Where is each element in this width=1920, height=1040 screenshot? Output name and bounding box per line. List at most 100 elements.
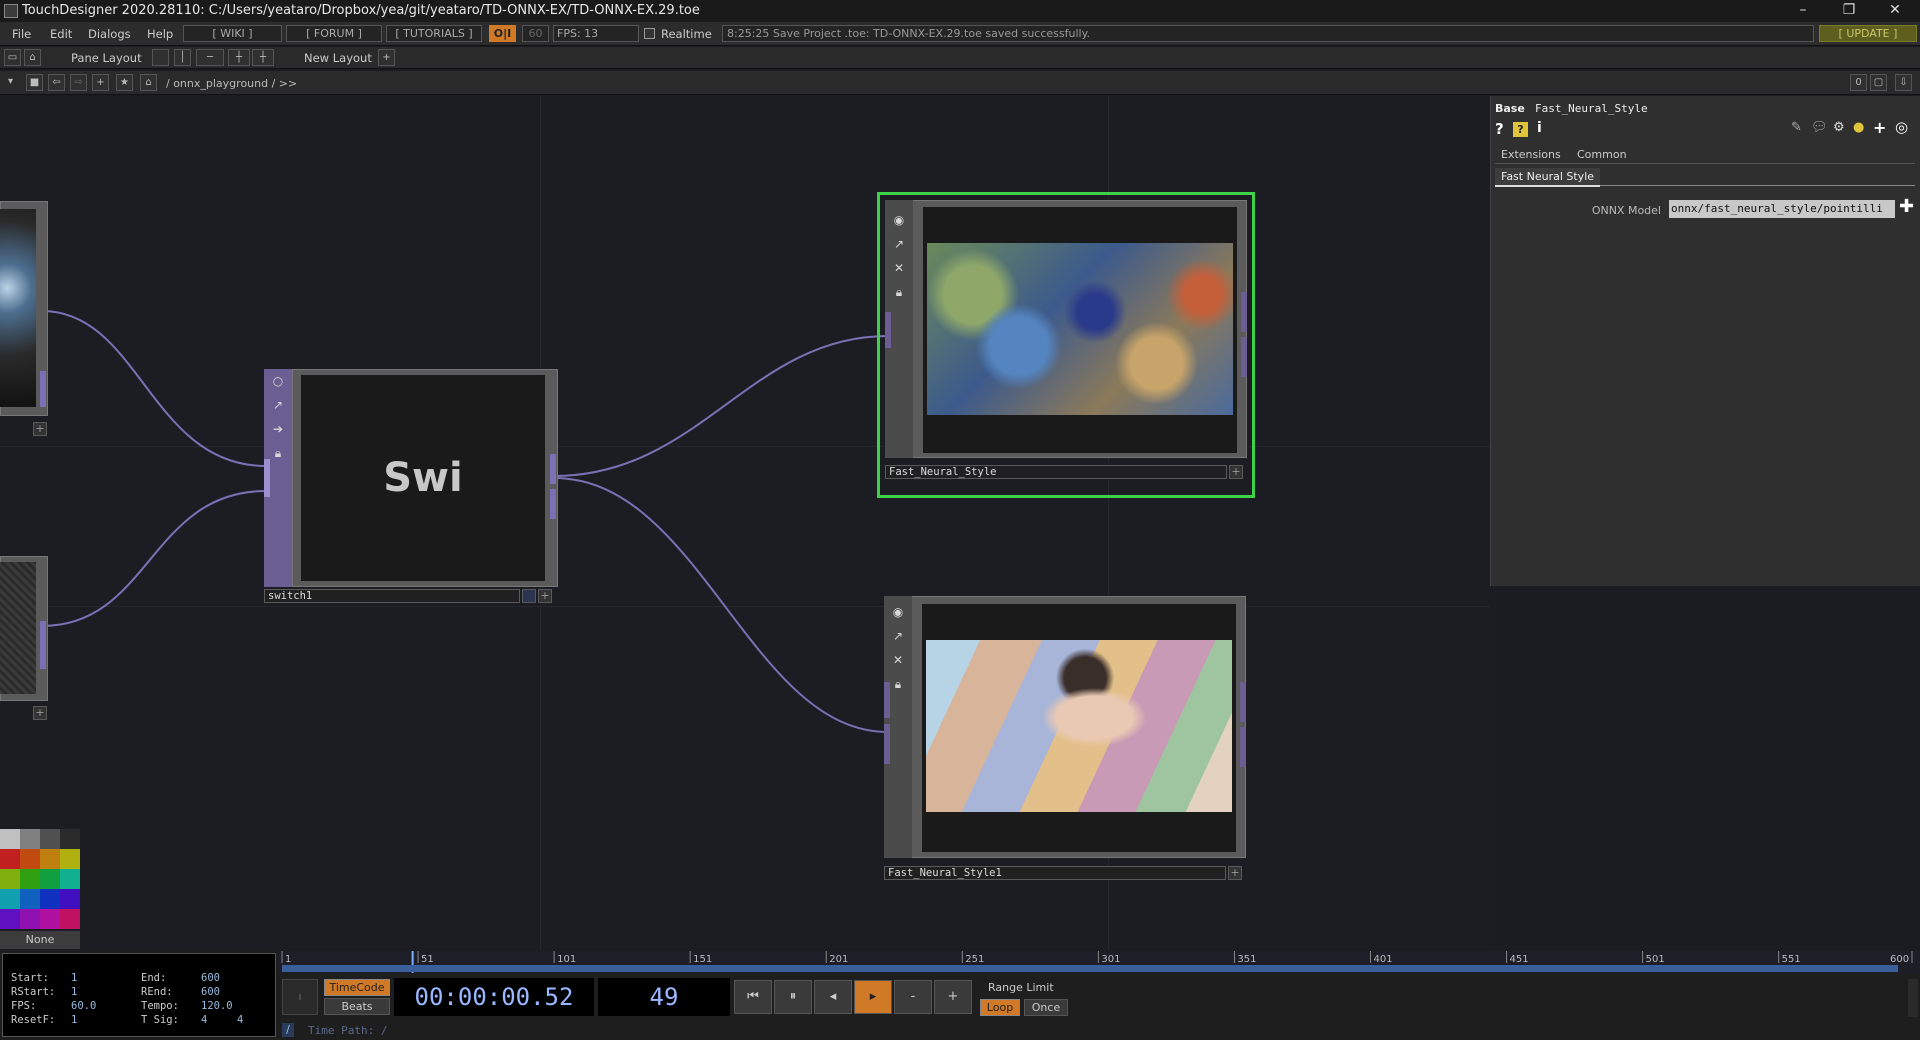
step-minus-button[interactable]: - (894, 980, 932, 1014)
home-icon[interactable]: ⌂ (140, 74, 157, 91)
swatch[interactable] (60, 849, 80, 869)
swatch[interactable] (0, 869, 20, 889)
node-add-icon[interactable]: + (33, 422, 47, 436)
swatch[interactable] (0, 909, 20, 929)
output-connector[interactable] (40, 371, 46, 407)
swatch[interactable] (40, 909, 60, 929)
node-add-icon[interactable]: + (33, 706, 47, 720)
custom-params-icon[interactable]: ⚙ (1833, 120, 1845, 135)
node-label[interactable]: Fast_Neural_Style (885, 465, 1227, 479)
input-node-bottom[interactable]: + (0, 556, 48, 720)
swatch[interactable] (40, 889, 60, 909)
menu-dialogs[interactable]: Dialogs (88, 27, 131, 41)
play-button[interactable]: ▸ (854, 980, 892, 1014)
rend-value[interactable]: 600 (201, 986, 220, 998)
maximize-pane-icon[interactable]: ▢ (1870, 74, 1887, 91)
rewind-button[interactable]: ⏮ (734, 980, 772, 1014)
network-editor[interactable]: + + Swi ○ ↗ ➔ 🔒︎ switch1 + ◉ ↗ ✕ 🔒︎ Fast… (0, 96, 1490, 950)
pause-button[interactable]: ⏸ (774, 980, 812, 1014)
tab-common[interactable]: Common (1577, 148, 1627, 161)
minimize-button[interactable]: – (1780, 0, 1826, 22)
fps-target[interactable]: 60 (522, 25, 549, 42)
network-path[interactable]: / onnx_playground / >> (166, 77, 297, 90)
zero-button[interactable]: 0 (1850, 74, 1867, 91)
bypass-icon[interactable]: ✕ (890, 652, 906, 668)
layout-single[interactable] (152, 49, 169, 66)
once-button[interactable]: Once (1024, 999, 1068, 1016)
onnx-model-field[interactable]: onnx/fast_neural_style/pointilli (1669, 200, 1895, 218)
node-add-icon[interactable]: + (538, 589, 552, 603)
output-connector[interactable] (550, 454, 556, 484)
step-plus-button[interactable]: + (934, 980, 972, 1014)
add-param-icon[interactable]: + (1873, 118, 1886, 137)
render-flag-icon[interactable]: ➔ (270, 421, 286, 437)
input-connector[interactable] (884, 724, 890, 764)
swatch[interactable] (40, 829, 60, 849)
display-flag-icon[interactable]: ↗ (270, 397, 286, 413)
input-node-top[interactable]: + (0, 201, 48, 436)
swatch[interactable] (0, 889, 20, 909)
time-path-icon[interactable]: / (282, 1023, 294, 1037)
target-icon[interactable]: ◎ (1895, 118, 1908, 136)
rstart-value[interactable]: 1 (71, 986, 77, 998)
node-add-icon[interactable]: + (1228, 866, 1242, 880)
star-icon[interactable]: ★ (116, 74, 133, 91)
output-connector[interactable] (550, 489, 556, 519)
wiki-button[interactable]: [ WIKI ] (183, 25, 282, 42)
loop-button[interactable]: Loop (980, 999, 1020, 1016)
swatch[interactable] (40, 849, 60, 869)
menu-file[interactable]: File (12, 27, 31, 41)
swatch[interactable] (0, 829, 20, 849)
bypass-icon[interactable]: ✕ (891, 260, 907, 276)
palette-none-button[interactable]: None (0, 931, 80, 949)
display-flag-icon[interactable]: ↗ (890, 628, 906, 644)
swatch[interactable] (20, 889, 40, 909)
viewer-icon[interactable]: ◉ (890, 604, 906, 620)
swatch[interactable] (60, 829, 80, 849)
tempo-value[interactable]: 120.0 (201, 1000, 233, 1012)
beats-button[interactable]: Beats (324, 998, 390, 1015)
pane-icon-2[interactable]: ⌂ (24, 49, 41, 66)
timecode-button[interactable]: TimeCode (324, 979, 390, 996)
node-viewer-icon[interactable] (522, 589, 536, 603)
fast-neural-style-1-node[interactable]: ◉ ↗ ✕ 🔒︎ Fast_Neural_Style1 + (884, 596, 1248, 888)
forward-icon[interactable]: ⇨ (70, 74, 87, 91)
tab-extensions[interactable]: Extensions (1501, 148, 1561, 161)
file-browse-icon[interactable]: ✚ (1899, 196, 1914, 217)
swatch[interactable] (20, 869, 40, 889)
add-icon[interactable]: + (92, 74, 109, 91)
timecode-display[interactable]: 00:00:00.52 (394, 978, 594, 1016)
menu-edit[interactable]: Edit (50, 27, 72, 41)
op-name[interactable]: Fast_Neural_Style (1535, 102, 1648, 115)
edit-icon[interactable]: ✎ (1791, 120, 1802, 135)
timeline-scrollbar[interactable] (1908, 979, 1918, 1017)
swatch[interactable] (60, 869, 80, 889)
switch-node[interactable]: Swi ○ ↗ ➔ 🔒︎ switch1 + (264, 369, 558, 604)
output-connector[interactable] (1240, 727, 1246, 767)
stop-icon[interactable]: ■ (26, 74, 43, 91)
node-label[interactable]: Fast_Neural_Style1 (884, 866, 1226, 880)
swatch[interactable] (0, 849, 20, 869)
end-value[interactable]: 600 (201, 972, 220, 984)
help-icon[interactable]: ? (1495, 120, 1504, 138)
back-icon[interactable]: ⇦ (48, 74, 65, 91)
close-button[interactable]: ✕ (1872, 0, 1918, 22)
timeline-range-bar[interactable] (282, 965, 1898, 972)
output-connector[interactable] (40, 621, 46, 669)
node-label[interactable]: switch1 (264, 589, 520, 603)
tutorials-button[interactable]: [ TUTORIALS ] (386, 25, 482, 42)
resetf-value[interactable]: 1 (71, 1014, 77, 1026)
output-connector[interactable] (1241, 292, 1247, 332)
input-connector[interactable] (264, 459, 270, 497)
layout-grid[interactable]: ┼ (252, 49, 274, 66)
input-connector[interactable] (884, 682, 890, 718)
pane-menu-icon[interactable]: ▾ (2, 74, 19, 91)
restore-button[interactable]: ❐ (1826, 0, 1872, 22)
lock-icon[interactable]: 🔒︎ (891, 284, 907, 300)
start-value[interactable]: 1 (71, 972, 77, 984)
add-layout-button[interactable]: + (378, 49, 395, 66)
fps-value[interactable]: 60.0 (71, 1000, 96, 1012)
realtime-checkbox[interactable] (644, 28, 655, 39)
frame-display[interactable]: 49 (598, 978, 730, 1016)
tsig-numerator[interactable]: 4 (201, 1014, 207, 1026)
